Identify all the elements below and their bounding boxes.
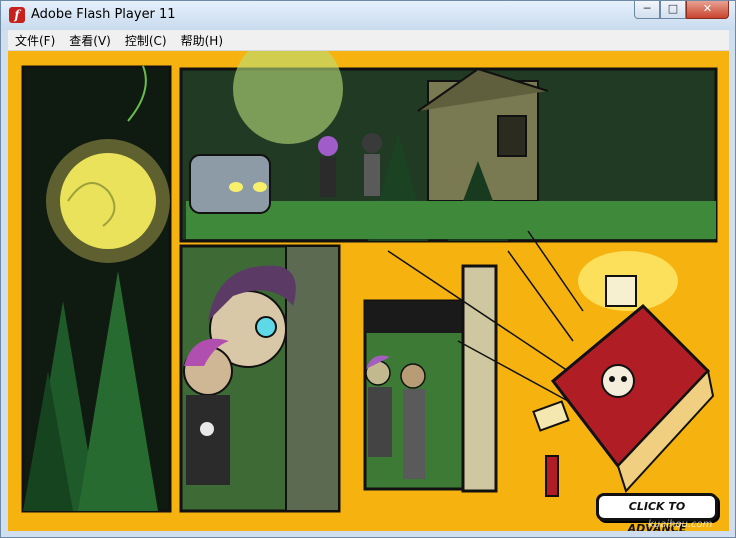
menu-view[interactable]: 查看(V) <box>62 32 118 49</box>
flash-player-window: f Adobe Flash Player 11 ─ □ ✕ 文件(F) 查看(V… <box>0 0 736 538</box>
title-bar[interactable]: f Adobe Flash Player 11 ─ □ ✕ <box>1 1 735 30</box>
window-title: Adobe Flash Player 11 <box>31 7 176 22</box>
comic-panel-moon <box>21 65 172 513</box>
window-controls: ─ □ ✕ <box>634 1 729 19</box>
watermark-text: kuaihou.com <box>648 519 713 530</box>
menu-file[interactable]: 文件(F) <box>8 32 62 49</box>
comic-panel-night-scene <box>179 51 718 243</box>
menu-bar: 文件(F) 查看(V) 控制(C) 帮助(H) <box>8 30 729 51</box>
comic-panel-window <box>363 264 498 493</box>
minimize-button[interactable]: ─ <box>634 1 660 19</box>
flash-player-icon[interactable]: f <box>9 7 25 23</box>
comic-page <box>21 51 718 513</box>
comic-panel-doorway <box>179 244 341 513</box>
flash-stage[interactable]: CLICK TO ADVANCE kuaihou.com <box>8 51 729 531</box>
click-to-advance-button[interactable]: CLICK TO ADVANCE <box>596 493 718 531</box>
maximize-button[interactable]: □ <box>660 1 686 19</box>
menu-help[interactable]: 帮助(H) <box>174 32 230 49</box>
close-button[interactable]: ✕ <box>686 1 729 19</box>
menu-control[interactable]: 控制(C) <box>118 32 174 49</box>
